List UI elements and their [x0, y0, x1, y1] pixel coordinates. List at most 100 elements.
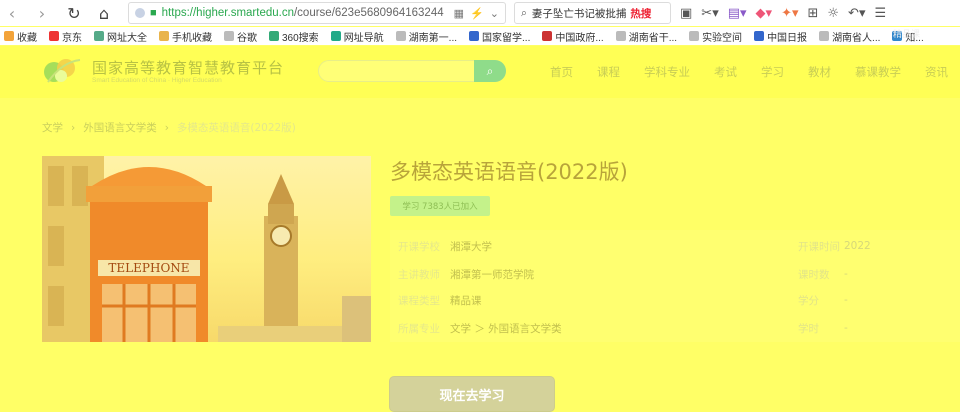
nav-item[interactable]: 考试: [714, 64, 737, 80]
bookmark-label: 网址导航: [343, 32, 384, 44]
platform-title[interactable]: 国家高等教育智慧教育平台: [92, 57, 284, 78]
search-icon: ⌕: [521, 6, 527, 19]
home-icon[interactable]: ⌂: [92, 1, 116, 25]
info-right-value: -: [844, 294, 848, 306]
course-title: 多模态英语语音(2022版): [390, 160, 628, 184]
bookmark-item[interactable]: 京东: [49, 29, 82, 44]
apps-grid-icon[interactable]: ⊞: [807, 6, 818, 21]
platform-logo-icon[interactable]: [42, 54, 84, 86]
bookmark-item[interactable]: 360搜索: [269, 29, 319, 44]
bookmark-favicon-icon: [224, 31, 234, 41]
info-value[interactable]: 文学 ＞ 外国语言文学类: [450, 321, 562, 336]
bookmark-item[interactable]: 网址大全: [94, 29, 147, 44]
extension-shield-icon[interactable]: ◆▾: [756, 6, 773, 21]
bookmark-item[interactable]: 收藏: [4, 29, 37, 44]
translate-icon[interactable]: ▤▾: [728, 6, 747, 21]
site-search-input[interactable]: ⌕: [318, 60, 506, 82]
bookmark-item[interactable]: 手机收藏: [159, 29, 212, 44]
breadcrumb-current: 多模态英语语音(2022版): [176, 122, 296, 134]
menu-icon[interactable]: ☰: [874, 6, 886, 21]
nav-item[interactable]: 首页: [550, 64, 573, 80]
info-key: 课程类型: [398, 294, 440, 307]
bookmark-favicon-icon: [615, 31, 626, 41]
site-search-button[interactable]: ⌕: [474, 60, 506, 82]
address-dropdown-icon[interactable]: ⌄: [490, 7, 499, 20]
bookmark-item[interactable]: 网址导航: [330, 29, 384, 44]
info-key: 主讲教师: [398, 268, 440, 281]
secure-shield-icon: ■: [150, 7, 157, 19]
bookmark-favicon-icon: [269, 31, 279, 41]
bookmark-label: 国家留学...: [482, 32, 531, 44]
course-info-panel: 开课学校 湘潭大学 开课时间 2022 主讲教师 湘潭第一师范学院 课时数 - …: [390, 230, 960, 342]
breadcrumb-item[interactable]: 文学: [42, 120, 63, 135]
nav-item[interactable]: 学习: [761, 64, 784, 80]
info-row: 开课学校 湘潭大学 开课时间 2022: [390, 232, 960, 260]
bookmark-label: 谷歌: [237, 32, 257, 44]
bookmark-item[interactable]: 湖南省干...: [615, 29, 678, 44]
nav-item[interactable]: 资讯: [925, 64, 948, 80]
nav-item[interactable]: 慕课教学: [855, 64, 901, 80]
bookmark-label: 实验空间: [702, 32, 743, 44]
info-value: 精品课: [450, 294, 482, 307]
bookmark-label: 湖南省人...: [832, 32, 881, 44]
browser-toolbar: ‹ › ↻ ⌂ ■ https://higher.smartedu.cn /co…: [0, 0, 960, 26]
info-right-value: -: [844, 322, 848, 334]
url-host: https://higher.smartedu.cn: [161, 7, 294, 19]
start-learning-button[interactable]: 现在去学习: [389, 376, 555, 412]
scissors-icon[interactable]: ✂▾: [701, 6, 718, 21]
browser-tools: ▣ ✂▾ ▤▾ ◆▾ ✦▾ ⊞ ☼ ↶▾ ☰: [680, 2, 886, 24]
bookmark-item[interactable]: 中国政府...: [542, 29, 604, 44]
svg-text:TELEPHONE: TELEPHONE: [108, 261, 189, 275]
bookmark-item[interactable]: 国家留学...: [469, 29, 530, 44]
hot-search-badge[interactable]: 热搜: [630, 6, 651, 21]
search-text: 妻子坠亡书记被批捕: [531, 7, 627, 20]
forward-icon[interactable]: ›: [30, 1, 54, 25]
nav-item[interactable]: 学科专业: [644, 64, 690, 80]
site-nav: 首页 课程 学科专业 考试 学习 教材 慕课教学 资讯: [550, 64, 960, 80]
corner-label: 精品课: [893, 30, 921, 40]
bookmark-item[interactable]: 湖南省人...: [819, 29, 880, 44]
bookmark-label: 中国政府...: [555, 32, 604, 44]
bookmark-item[interactable]: 湖南第一...: [395, 29, 458, 44]
undo-icon[interactable]: ↶▾: [848, 6, 865, 21]
breadcrumb: 文学 › 外国语言文学类 › 多模态英语语音(2022版): [42, 120, 296, 135]
bookmark-item[interactable]: 谷歌: [224, 29, 257, 44]
nav-item[interactable]: 课程: [597, 64, 620, 80]
bookmark-favicon-icon: [754, 31, 765, 41]
info-row: 所属专业 文学 ＞ 外国语言文学类 学时 -: [390, 314, 960, 342]
browser-search-input[interactable]: ⌕ 妻子坠亡书记被批捕 热搜: [514, 2, 671, 24]
info-key: 开课学校: [398, 240, 440, 253]
game-icon[interactable]: ✦▾: [781, 6, 798, 21]
bookmark-label: 360搜索: [282, 32, 319, 44]
info-right-key: 学时: [798, 322, 819, 335]
bookmark-favicon-icon: [49, 31, 59, 41]
bookmark-label: 手机收藏: [172, 32, 212, 44]
bookmark-item[interactable]: 实验空间: [689, 29, 742, 44]
qr-code-icon[interactable]: ▦: [454, 7, 464, 20]
course-cover-image: TELEPHONE: [42, 156, 371, 342]
bookmark-label: 湖南第一...: [408, 32, 458, 44]
brightness-icon[interactable]: ☼: [827, 6, 839, 21]
site-info-icon[interactable]: [135, 8, 145, 18]
bookmark-label: 中国日报: [767, 32, 808, 44]
info-value: 湘潭第一师范学院: [450, 268, 534, 281]
search-icon: ⌕: [486, 63, 494, 78]
bookmark-label: 湖南省干...: [628, 32, 678, 44]
info-right-key: 学分: [798, 294, 819, 307]
site-header: 国家高等教育智慧教育平台 Smart Education of China · …: [0, 46, 960, 98]
breadcrumb-item[interactable]: 外国语言文学类: [83, 120, 157, 135]
bookmark-favicon-icon: [819, 31, 830, 41]
reading-mode-icon[interactable]: ▣: [680, 6, 692, 21]
back-icon[interactable]: ‹: [0, 1, 24, 25]
speed-mode-icon[interactable]: ⚡: [470, 7, 484, 20]
bookmark-favicon-icon: [689, 31, 700, 41]
address-bar[interactable]: ■ https://higher.smartedu.cn /course/623…: [128, 2, 506, 24]
bookmark-item[interactable]: 中国日报: [754, 29, 807, 44]
reload-icon[interactable]: ↻: [62, 1, 86, 25]
bookmark-label: 京东: [62, 32, 82, 44]
info-value: 湘潭大学: [450, 240, 492, 253]
platform-subtitle: Smart Education of China · Higher Educat…: [92, 77, 222, 84]
info-row: 主讲教师 湘潭第一师范学院 课时数 -: [390, 260, 960, 288]
nav-item[interactable]: 教材: [808, 64, 831, 80]
info-right-key: 开课时间: [798, 240, 840, 253]
